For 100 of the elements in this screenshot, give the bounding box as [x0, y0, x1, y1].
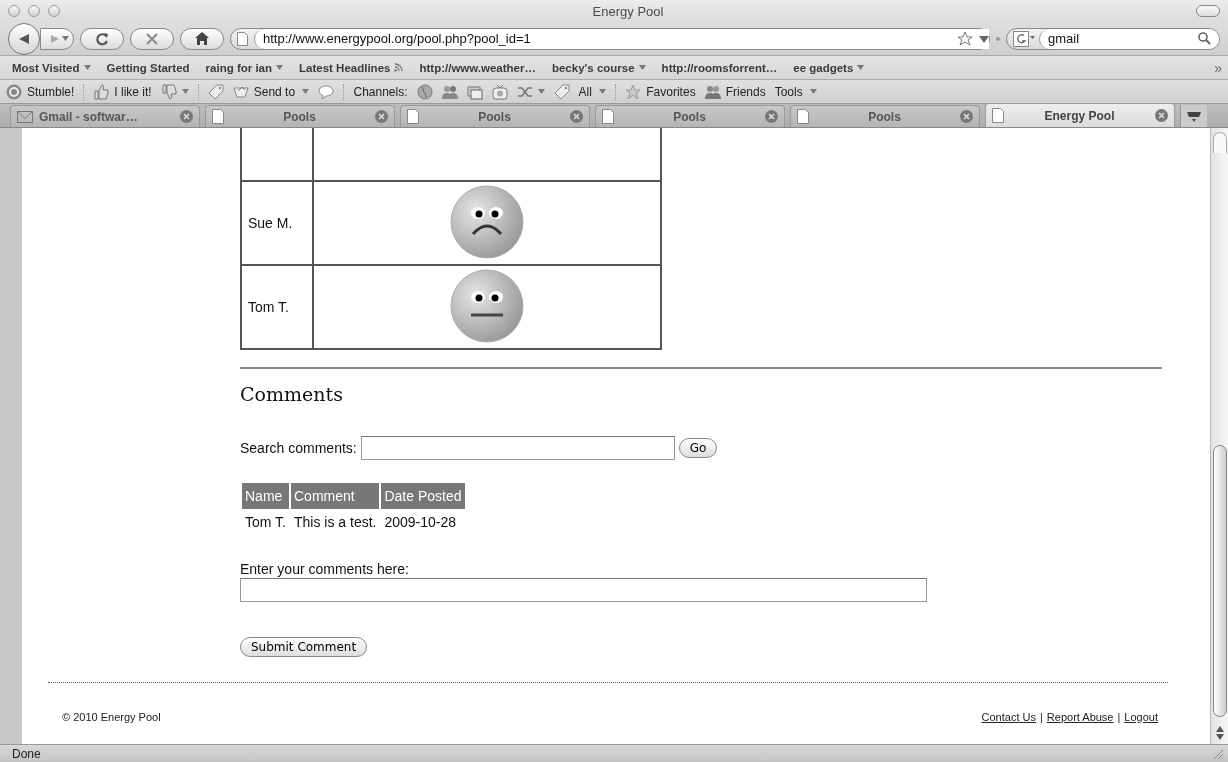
- footer-link[interactable]: Logout: [1124, 711, 1158, 723]
- status-text: Done: [12, 746, 42, 761]
- search-field[interactable]: gmail: [1006, 27, 1220, 50]
- caret-icon: [599, 89, 607, 94]
- list-all-tabs-button[interactable]: [1180, 105, 1207, 127]
- minimize-button[interactable]: [28, 5, 40, 17]
- search-label: Search comments:: [240, 440, 357, 456]
- bookmark-item[interactable]: raing for ian: [205, 61, 284, 74]
- comment-field[interactable]: [240, 578, 927, 602]
- tag-button[interactable]: [553, 83, 570, 100]
- speech-bubble-icon: [318, 83, 335, 100]
- submit-comment-button[interactable]: Submit Comment: [240, 637, 368, 657]
- close-button[interactable]: [8, 5, 20, 17]
- search-icon[interactable]: [1198, 32, 1211, 45]
- scroll-down-icon[interactable]: [1215, 734, 1224, 740]
- people-button[interactable]: [441, 83, 458, 100]
- comment-label: Enter your comments here:: [240, 561, 410, 577]
- toolbar-button[interactable]: Tools: [774, 84, 818, 99]
- zoom-button[interactable]: [48, 5, 60, 17]
- close-icon[interactable]: [375, 110, 388, 123]
- back-button[interactable]: [8, 22, 40, 55]
- globe-button[interactable]: [416, 83, 433, 100]
- search-value: gmail: [1048, 31, 1081, 46]
- stop-button[interactable]: [130, 27, 174, 50]
- go-button[interactable]: Go: [678, 438, 718, 458]
- tag-icon: [207, 83, 224, 100]
- bookmark-item[interactable]: http://roomsforrent…: [661, 61, 778, 74]
- back-arrow-icon: [18, 32, 30, 45]
- thumbs-down-button[interactable]: [160, 83, 189, 100]
- television-button[interactable]: [491, 83, 508, 100]
- caret-icon: [61, 36, 69, 41]
- search-engine-icon[interactable]: [1013, 30, 1035, 47]
- caret-icon: [638, 65, 646, 70]
- page-icon: [602, 109, 614, 124]
- toolbar-button[interactable]: Send to: [232, 83, 310, 100]
- toolbar-button[interactable]: Stumble!: [6, 83, 75, 100]
- bookmark-item[interactable]: becky's course: [551, 61, 646, 74]
- bookmark-item[interactable]: Most Visited: [12, 61, 91, 74]
- tag-icon: [553, 83, 570, 100]
- scroll-up-icon[interactable]: [1215, 726, 1224, 732]
- home-icon: [195, 32, 209, 45]
- toolbar-button[interactable]: Favorites: [625, 83, 696, 100]
- tag-button[interactable]: [207, 83, 224, 100]
- more-bookmarks-button[interactable]: »: [1214, 59, 1222, 76]
- close-icon[interactable]: [765, 110, 778, 123]
- star-icon[interactable]: [957, 31, 973, 46]
- tab-label: Pools: [477, 109, 512, 124]
- photo-button[interactable]: [466, 83, 483, 100]
- footer-link[interactable]: Report Abuse: [1046, 711, 1114, 723]
- column-header: Date Posted: [381, 483, 465, 509]
- browser-tab[interactable]: Pools: [400, 105, 590, 127]
- page-icon: [407, 109, 419, 124]
- dropdown-arrow-icon[interactable]: [979, 33, 989, 44]
- browser-tab[interactable]: Gmail - softwar…: [10, 105, 200, 127]
- rating-name: Sue M.: [248, 215, 293, 231]
- people-icon: [441, 83, 458, 100]
- link-separator: |: [1117, 711, 1121, 723]
- close-icon[interactable]: [960, 110, 973, 123]
- table-cell-text: Tom T.: [244, 513, 287, 532]
- close-icon[interactable]: [1155, 109, 1168, 122]
- browser-tab[interactable]: Energy Pool: [985, 103, 1175, 127]
- close-icon[interactable]: [570, 110, 583, 123]
- caret-icon: [83, 65, 91, 70]
- tab-label: Pools: [867, 109, 902, 124]
- resize-grip-icon[interactable]: [1212, 747, 1224, 760]
- toolbar-toggle-button[interactable]: [1196, 5, 1220, 17]
- bookmark-item[interactable]: Latest Headlines: [299, 61, 404, 74]
- bookmark-item[interactable]: http://www.weather…: [419, 61, 536, 74]
- channels-label: Channels:: [353, 84, 408, 99]
- toolbar-button[interactable]: Friends: [704, 83, 766, 100]
- tab-label: Pools: [282, 109, 317, 124]
- tab-label: Pools: [672, 109, 707, 124]
- caret-icon: [302, 89, 310, 94]
- caret-icon: [537, 89, 545, 94]
- browser-tab[interactable]: Pools: [595, 105, 785, 127]
- browser-tab[interactable]: Pools: [790, 105, 980, 127]
- forward-button[interactable]: [40, 27, 74, 50]
- reload-button[interactable]: [80, 27, 124, 50]
- speech-bubble-button[interactable]: [318, 83, 335, 100]
- page-icon: [992, 108, 1004, 123]
- search-comments-field[interactable]: [360, 436, 675, 460]
- envelope-icon: [17, 110, 33, 123]
- browser-tab[interactable]: Pools: [205, 105, 395, 127]
- scrollbar-thumb[interactable]: [1212, 445, 1227, 717]
- reload-icon: [95, 31, 109, 46]
- bookmark-item[interactable]: ee gadgets: [793, 61, 865, 74]
- toolbar-button[interactable]: All: [578, 84, 607, 99]
- footer-link[interactable]: Contact Us: [981, 711, 1036, 723]
- table-cell-text: This is a test.: [293, 513, 378, 532]
- bookmark-item[interactable]: Getting Started: [106, 61, 190, 74]
- close-icon[interactable]: [180, 110, 193, 123]
- url-text: http://www.energypool.org/pool.php?pool_id=1: [263, 31, 532, 46]
- section-heading: Comments: [240, 383, 344, 405]
- thumbs-up-icon: [93, 83, 110, 100]
- address-bar[interactable]: http://www.energypool.org/pool.php?pool_id=1: [230, 27, 990, 50]
- toolbar-button[interactable]: I like it!: [93, 83, 152, 100]
- tray-icon: [1187, 110, 1201, 122]
- caret-icon: [857, 65, 865, 70]
- home-button[interactable]: [180, 27, 224, 50]
- star-icon: [625, 83, 642, 100]
